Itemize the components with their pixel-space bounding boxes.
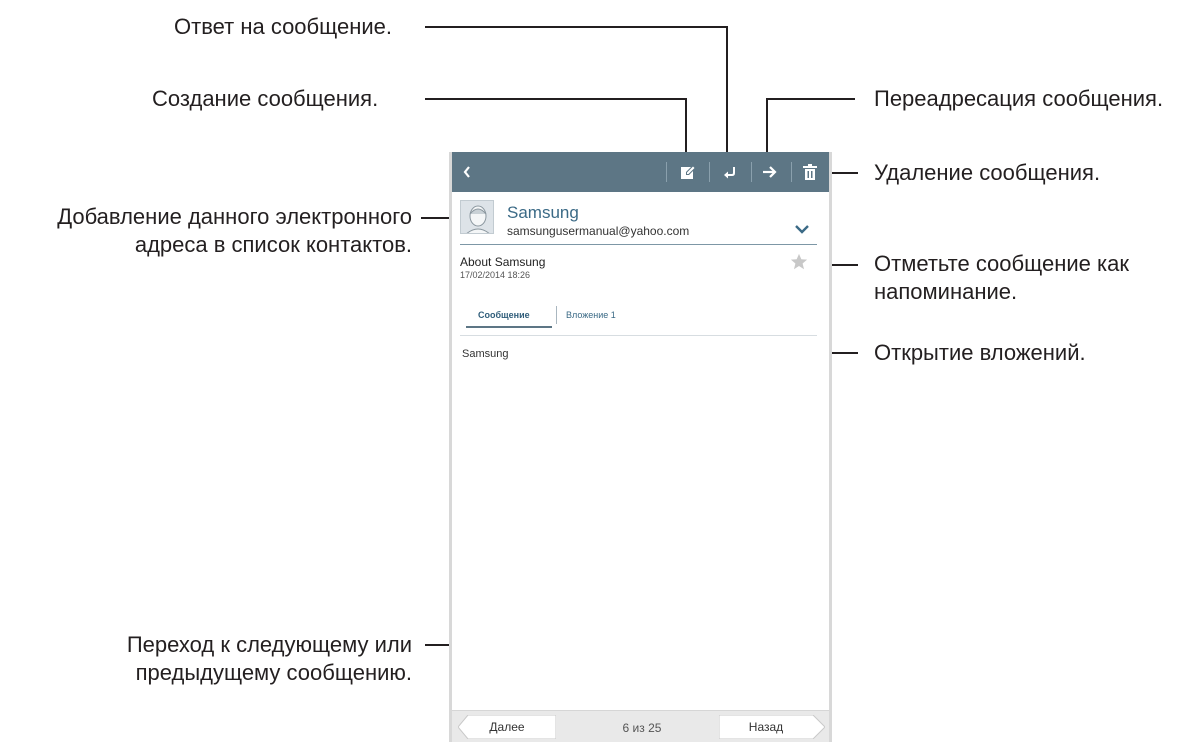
compose-callout-line — [425, 98, 687, 157]
message-date: 17/02/2014 18:26 — [460, 270, 531, 280]
delete-icon — [803, 164, 817, 180]
divider — [460, 244, 817, 245]
forward-callout-line — [766, 98, 855, 157]
reply-button[interactable] — [712, 152, 748, 192]
navigate-callout-line1: Переход к следующему или — [126, 632, 412, 657]
previous-message-button[interactable]: Назад — [719, 715, 825, 739]
email-screen: Samsung samsungusermanual@yahoo.com Abou… — [449, 152, 832, 742]
forward-callout: Переадресация сообщения. — [874, 86, 1164, 111]
compose-icon — [681, 165, 696, 179]
star-icon[interactable] — [790, 253, 808, 271]
avatar-icon — [461, 201, 493, 233]
previous-message-label: Назад — [748, 720, 784, 734]
add-contact-callout-line2: адреса в список контактов. — [134, 232, 412, 257]
delete-callout: Удаление сообщения. — [874, 160, 1101, 185]
compose-callout: Создание сообщения. — [152, 86, 379, 111]
action-separator — [791, 162, 792, 182]
add-contact-callout: Добавление данного электронного адреса в… — [57, 203, 412, 259]
navigate-callout: Переход к следующему или предыдущему соо… — [127, 631, 412, 687]
bottom-navigation-bar: Далее 6 из 25 Назад — [452, 710, 829, 742]
mark-reminder-callout-line1: Отметьте сообщение как — [874, 251, 1129, 276]
page-indicator: 6 из 25 — [622, 721, 662, 735]
next-message-button[interactable]: Далее — [458, 715, 556, 739]
delete-button[interactable] — [793, 152, 827, 192]
navigate-callout-line2: предыдущему сообщению. — [135, 660, 412, 685]
message-body: Samsung — [462, 348, 509, 360]
compose-button[interactable] — [670, 152, 706, 192]
tab-attachment[interactable]: Вложение 1 — [566, 310, 616, 320]
sender-header: Samsung samsungusermanual@yahoo.com — [452, 192, 829, 244]
back-icon — [463, 166, 470, 178]
next-message-label: Далее — [489, 720, 525, 734]
contact-avatar-button[interactable] — [460, 200, 494, 234]
reply-callout-line — [425, 26, 728, 157]
open-attachments-callout: Открытие вложений. — [874, 340, 1086, 365]
tab-divider — [556, 306, 557, 324]
divider — [460, 335, 817, 336]
add-contact-callout-line1: Добавление данного электронного — [57, 204, 412, 229]
forward-button[interactable] — [752, 152, 788, 192]
message-subject: About Samsung — [460, 255, 546, 269]
action-bar — [452, 152, 829, 192]
sender-name: Samsung — [507, 203, 579, 222]
active-tab-indicator — [466, 326, 552, 328]
mark-reminder-callout-line2: напоминание. — [874, 279, 1018, 304]
sender-email: samsungusermanual@yahoo.com — [507, 224, 690, 238]
reply-callout: Ответ на сообщение. — [174, 14, 393, 39]
mark-reminder-callout: Отметьте сообщение как напоминание. — [874, 250, 1129, 306]
forward-icon — [763, 166, 777, 178]
back-button[interactable] — [456, 152, 478, 192]
reply-icon — [724, 167, 735, 179]
action-separator — [666, 162, 667, 182]
chevron-down-icon[interactable] — [792, 222, 812, 236]
tab-message[interactable]: Сообщение — [478, 310, 530, 320]
action-separator — [709, 162, 710, 182]
